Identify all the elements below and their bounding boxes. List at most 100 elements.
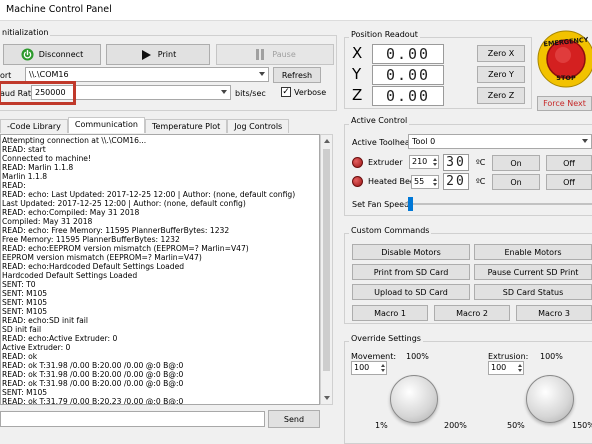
tab-bar: -Code Library Communication Temperature …	[0, 117, 290, 133]
extrusion-min-label: 50%	[507, 421, 525, 430]
extruder-target-input[interactable]: 210	[409, 155, 439, 169]
extruder-off-button[interactable]: Off	[546, 155, 592, 171]
fan-speed-label: Set Fan Speed	[352, 200, 410, 209]
emergency-stop-button[interactable]: EMERGENCY STOP	[537, 28, 592, 90]
fan-speed-track	[404, 203, 592, 205]
bed-unit: ºC	[476, 177, 486, 186]
x-axis-label: X	[352, 44, 363, 62]
custom-commands-title: Custom Commands	[349, 226, 432, 235]
zero-z-button[interactable]: Zero Z	[477, 87, 525, 104]
heated-bed-status-led-icon	[352, 176, 363, 187]
extrusion-knob[interactable]	[526, 375, 574, 423]
heated-bed-label: Heated Bed	[368, 177, 416, 186]
x-position-readout: 0.00	[372, 44, 444, 64]
spin-up-icon[interactable]	[433, 178, 437, 181]
play-icon	[141, 49, 151, 60]
stop-text: STOP	[556, 74, 576, 82]
enable-motors-button[interactable]: Enable Motors	[474, 244, 592, 260]
port-label: ort	[0, 71, 12, 80]
communication-log[interactable]: Attempting connection at \\.\COM16... RE…	[0, 134, 320, 405]
fan-speed-handle[interactable]	[408, 197, 413, 211]
spin-down-icon[interactable]	[381, 369, 385, 372]
bed-temp-readout: 20	[443, 173, 469, 190]
log-line: Hardcoded Default Settings Loaded	[2, 271, 138, 280]
bits-per-sec-label: bits/sec	[235, 89, 266, 98]
bed-on-button[interactable]: On	[492, 174, 540, 190]
spin-down-icon[interactable]	[433, 183, 437, 186]
disconnect-button[interactable]: Disconnect	[3, 44, 101, 65]
tab-communication[interactable]: Communication	[67, 117, 145, 133]
print-from-sd-button[interactable]: Print from SD Card	[352, 264, 470, 280]
sd-card-status-button[interactable]: SD Card Status	[474, 284, 592, 300]
bed-target-value: 55	[414, 177, 425, 186]
port-select[interactable]: \\.\COM16	[25, 67, 269, 82]
z-position-readout: 0.00	[372, 86, 444, 106]
pause-label: Pause	[272, 50, 296, 59]
refresh-button[interactable]: Refresh	[273, 67, 321, 83]
zero-z-label: Zero Z	[487, 91, 515, 100]
log-line: READ: ok	[2, 352, 38, 361]
movement-input[interactable]: 100	[351, 361, 387, 375]
log-line: Attempting connection at \\.\COM16...	[2, 136, 147, 145]
log-line: READ: echo: Free Memory: 11595 PlannerBu…	[2, 226, 230, 235]
spin-up-icon[interactable]	[518, 364, 522, 367]
spin-down-icon[interactable]	[518, 369, 522, 372]
extruder-target-value: 210	[412, 157, 428, 166]
zero-x-button[interactable]: Zero X	[477, 45, 525, 62]
pause-icon	[256, 49, 265, 60]
spin-down-icon[interactable]	[433, 163, 437, 166]
scroll-up-icon[interactable]	[324, 139, 330, 143]
movement-label: Movement:	[351, 352, 397, 361]
active-toolhead-select[interactable]: Tool 0	[408, 134, 592, 149]
macro-2-button[interactable]: Macro 2	[434, 305, 510, 321]
verbose-checkbox[interactable]: ✓	[281, 87, 291, 97]
bed-off-button[interactable]: Off	[546, 174, 592, 190]
fan-speed-slider[interactable]	[404, 197, 592, 211]
scroll-down-icon[interactable]	[324, 396, 330, 400]
upload-to-sd-button[interactable]: Upload to SD Card	[352, 284, 470, 300]
spin-up-icon[interactable]	[433, 158, 437, 161]
pause-button[interactable]: Pause	[216, 44, 334, 65]
log-scrollbar[interactable]	[320, 134, 333, 405]
log-line: READ:	[2, 181, 26, 190]
macro-2-label: Macro 2	[456, 308, 488, 318]
chevron-down-icon	[221, 90, 227, 94]
macro-1-button[interactable]: Macro 1	[352, 305, 428, 321]
movement-knob[interactable]	[390, 375, 438, 423]
log-line: READ: start	[2, 145, 46, 154]
log-line: READ: ok T:31.79 /0.00 B:20.23 /0.00 @:0…	[2, 397, 184, 405]
extrusion-input[interactable]: 100	[488, 361, 524, 375]
bed-target-input[interactable]: 55	[411, 175, 439, 189]
extruder-on-label: On	[510, 158, 522, 168]
zero-y-label: Zero Y	[488, 70, 514, 79]
zero-y-button[interactable]: Zero Y	[477, 66, 525, 83]
tab-jog-controls[interactable]: Jog Controls	[227, 119, 290, 133]
port-value: \\.\COM16	[29, 70, 69, 79]
tab-temperature-plot[interactable]: Temperature Plot	[144, 119, 228, 133]
send-button[interactable]: Send	[268, 410, 320, 428]
extruder-on-button[interactable]: On	[492, 155, 540, 171]
pause-sd-print-label: Pause Current SD Print	[487, 267, 579, 277]
tab-gcode-library[interactable]: -Code Library	[0, 119, 68, 133]
force-next-button[interactable]: Force Next	[537, 96, 592, 111]
extruder-off-label: Off	[563, 158, 575, 168]
log-scrollbar-thumb[interactable]	[323, 149, 330, 371]
log-line: READ: echo: Last Updated: 2017-12-25 12:…	[2, 190, 296, 199]
log-line: READ: echo:Hardcoded Default Settings Lo…	[2, 262, 185, 271]
bed-off-label: Off	[563, 177, 575, 187]
log-line: SENT: M105	[2, 307, 48, 316]
pause-sd-print-button[interactable]: Pause Current SD Print	[474, 264, 592, 280]
command-input[interactable]	[0, 411, 265, 427]
log-line: READ: echo:SD init fail	[2, 316, 89, 325]
chevron-down-icon	[259, 72, 265, 76]
macro-3-button[interactable]: Macro 3	[516, 305, 592, 321]
print-button[interactable]: Print	[106, 44, 210, 65]
spin-up-icon[interactable]	[381, 364, 385, 367]
initialization-title: nitialization	[0, 28, 51, 37]
disable-motors-button[interactable]: Disable Motors	[352, 244, 470, 260]
log-line: SD init fail	[2, 325, 42, 334]
log-line: EEPROM version mismatch (EEPROM=? Marlin…	[2, 253, 202, 262]
print-label: Print	[157, 50, 177, 59]
extrusion-label: Extrusion:	[488, 352, 529, 361]
log-line: READ: ok T:31.98 /0.00 B:20.00 /0.00 @:0…	[2, 379, 184, 388]
